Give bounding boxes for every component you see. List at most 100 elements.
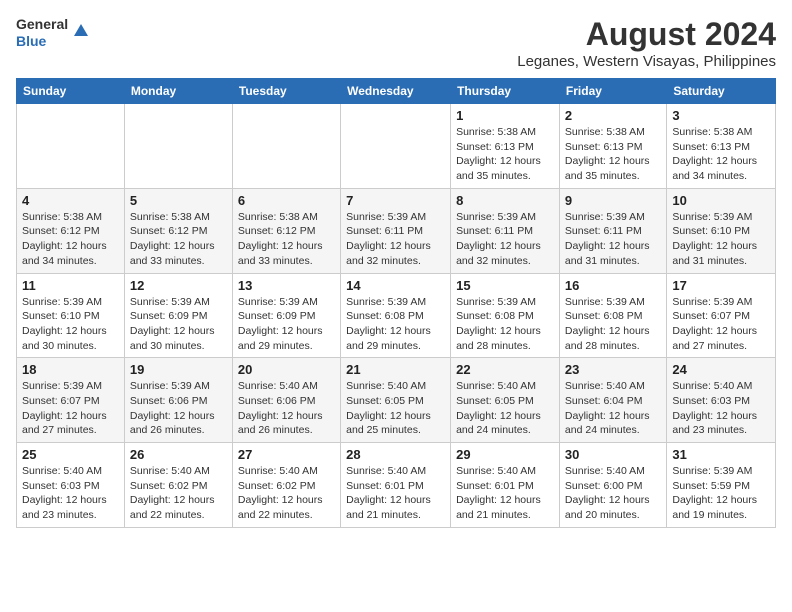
calendar-cell: 25 Sunrise: 5:40 AM Sunset: 6:03 PM Dayli… [17,443,125,528]
day-info: Sunrise: 5:40 AM Sunset: 6:02 PM Dayligh… [130,464,227,523]
calendar-cell: 13Sunrise: 5:39 AM Sunset: 6:09 PM Dayli… [232,273,340,358]
logo-text: General Blue [16,16,68,50]
logo-line1: General [16,16,68,33]
calendar-title: August 2024 [517,16,776,53]
day-number: 13 [238,278,335,293]
calendar-cell: 29Sunrise: 5:40 AM Sunset: 6:01 PM Dayli… [451,443,560,528]
day-info: Sunrise: 5:38 AM Sunset: 6:12 PM Dayligh… [130,210,227,269]
calendar-cell: 16 Sunrise: 5:39 AM Sunset: 6:08 PM Dayli… [559,273,666,358]
calendar-cell: 20Sunrise: 5:40 AM Sunset: 6:06 PM Dayli… [232,358,340,443]
day-number: 10 [672,193,770,208]
title-block: August 2024 Leganes, Western Visayas, Ph… [517,16,776,70]
calendar-week-row: 18 Sunrise: 5:39 AM Sunset: 6:07 PM Dayli… [17,358,776,443]
calendar-cell: 15 Sunrise: 5:39 AM Sunset: 6:08 PM Dayli… [451,273,560,358]
day-info: Sunrise: 5:38 AM Sunset: 6:13 PM Dayligh… [672,125,770,184]
day-number: 26 [130,447,227,462]
day-info: Sunrise: 5:40 AM Sunset: 6:05 PM Dayligh… [346,379,445,438]
day-info: Sunrise: 5:38 AM Sunset: 6:12 PM Dayligh… [238,210,335,269]
day-info: Sunrise: 5:40 AM Sunset: 6:05 PM Dayligh… [456,379,554,438]
page-header: General Blue August 2024 Leganes, Wester… [16,16,776,70]
day-number: 1 [456,108,554,123]
day-info: Sunrise: 5:40 AM Sunset: 6:04 PM Dayligh… [565,379,661,438]
calendar-week-row: 25 Sunrise: 5:40 AM Sunset: 6:03 PM Dayli… [17,443,776,528]
day-number: 11 [22,278,119,293]
day-info: Sunrise: 5:39 AM Sunset: 6:09 PM Dayligh… [130,295,227,354]
day-info: Sunrise: 5:40 AM Sunset: 6:01 PM Dayligh… [456,464,554,523]
calendar-cell: 23 Sunrise: 5:40 AM Sunset: 6:04 PM Dayli… [559,358,666,443]
calendar-cell: 30 Sunrise: 5:40 AM Sunset: 6:00 PM Dayli… [559,443,666,528]
weekday-header: Wednesday [341,79,451,104]
calendar-cell: 4 Sunrise: 5:38 AM Sunset: 6:12 PM Daylig… [17,188,125,273]
day-number: 30 [565,447,661,462]
calendar-cell: 7 Sunrise: 5:39 AM Sunset: 6:11 PM Daylig… [341,188,451,273]
calendar-week-row: 1 Sunrise: 5:38 AM Sunset: 6:13 PM Daylig… [17,104,776,189]
calendar-cell [124,104,232,189]
day-info: Sunrise: 5:40 AM Sunset: 6:03 PM Dayligh… [22,464,119,523]
day-info: Sunrise: 5:38 AM Sunset: 6:13 PM Dayligh… [565,125,661,184]
calendar-week-row: 4 Sunrise: 5:38 AM Sunset: 6:12 PM Daylig… [17,188,776,273]
weekday-header: Saturday [667,79,776,104]
day-info: Sunrise: 5:39 AM Sunset: 6:08 PM Dayligh… [456,295,554,354]
day-info: Sunrise: 5:40 AM Sunset: 6:02 PM Dayligh… [238,464,335,523]
day-number: 21 [346,362,445,377]
calendar-cell: 28 Sunrise: 5:40 AM Sunset: 6:01 PM Dayli… [341,443,451,528]
calendar-cell: 1 Sunrise: 5:38 AM Sunset: 6:13 PM Daylig… [451,104,560,189]
calendar-cell [232,104,340,189]
calendar-cell: 6Sunrise: 5:38 AM Sunset: 6:12 PM Daylig… [232,188,340,273]
day-number: 2 [565,108,661,123]
day-number: 18 [22,362,119,377]
day-number: 24 [672,362,770,377]
day-info: Sunrise: 5:40 AM Sunset: 6:06 PM Dayligh… [238,379,335,438]
calendar-cell [17,104,125,189]
day-number: 3 [672,108,770,123]
day-info: Sunrise: 5:40 AM Sunset: 6:03 PM Dayligh… [672,379,770,438]
day-number: 15 [456,278,554,293]
day-info: Sunrise: 5:39 AM Sunset: 6:08 PM Dayligh… [565,295,661,354]
calendar-cell: 24 Sunrise: 5:40 AM Sunset: 6:03 PM Dayli… [667,358,776,443]
day-info: Sunrise: 5:40 AM Sunset: 6:00 PM Dayligh… [565,464,661,523]
calendar-cell: 18 Sunrise: 5:39 AM Sunset: 6:07 PM Dayli… [17,358,125,443]
weekday-header: Friday [559,79,666,104]
calendar-cell: 8 Sunrise: 5:39 AM Sunset: 6:11 PM Daylig… [451,188,560,273]
day-info: Sunrise: 5:39 AM Sunset: 6:07 PM Dayligh… [672,295,770,354]
day-info: Sunrise: 5:39 AM Sunset: 6:11 PM Dayligh… [565,210,661,269]
calendar-subtitle: Leganes, Western Visayas, Philippines [517,53,776,70]
calendar-cell: 3 Sunrise: 5:38 AM Sunset: 6:13 PM Daylig… [667,104,776,189]
day-number: 9 [565,193,661,208]
calendar-cell: 14 Sunrise: 5:39 AM Sunset: 6:08 PM Dayli… [341,273,451,358]
day-info: Sunrise: 5:38 AM Sunset: 6:13 PM Dayligh… [456,125,554,184]
day-number: 12 [130,278,227,293]
day-info: Sunrise: 5:39 AM Sunset: 6:11 PM Dayligh… [346,210,445,269]
day-number: 8 [456,193,554,208]
logo-line2: Blue [16,33,68,50]
calendar-cell: 31 Sunrise: 5:39 AM Sunset: 5:59 PM Dayli… [667,443,776,528]
day-info: Sunrise: 5:39 AM Sunset: 6:06 PM Dayligh… [130,379,227,438]
day-number: 19 [130,362,227,377]
weekday-header-row: SundayMondayTuesdayWednesdayThursdayFrid… [17,79,776,104]
day-number: 16 [565,278,661,293]
weekday-header: Monday [124,79,232,104]
day-info: Sunrise: 5:39 AM Sunset: 6:10 PM Dayligh… [672,210,770,269]
calendar-table: SundayMondayTuesdayWednesdayThursdayFrid… [16,78,776,528]
day-info: Sunrise: 5:40 AM Sunset: 6:01 PM Dayligh… [346,464,445,523]
calendar-cell: 26 Sunrise: 5:40 AM Sunset: 6:02 PM Dayli… [124,443,232,528]
weekday-header: Tuesday [232,79,340,104]
calendar-cell [341,104,451,189]
calendar-cell: 11Sunrise: 5:39 AM Sunset: 6:10 PM Dayli… [17,273,125,358]
day-number: 5 [130,193,227,208]
day-info: Sunrise: 5:39 AM Sunset: 6:11 PM Dayligh… [456,210,554,269]
day-info: Sunrise: 5:39 AM Sunset: 5:59 PM Dayligh… [672,464,770,523]
day-number: 31 [672,447,770,462]
calendar-cell: 27Sunrise: 5:40 AM Sunset: 6:02 PM Dayli… [232,443,340,528]
day-number: 23 [565,362,661,377]
day-number: 7 [346,193,445,208]
day-info: Sunrise: 5:39 AM Sunset: 6:07 PM Dayligh… [22,379,119,438]
day-number: 28 [346,447,445,462]
day-number: 25 [22,447,119,462]
day-info: Sunrise: 5:38 AM Sunset: 6:12 PM Dayligh… [22,210,119,269]
calendar-cell: 9 Sunrise: 5:39 AM Sunset: 6:11 PM Daylig… [559,188,666,273]
calendar-cell: 22Sunrise: 5:40 AM Sunset: 6:05 PM Dayli… [451,358,560,443]
day-info: Sunrise: 5:39 AM Sunset: 6:08 PM Dayligh… [346,295,445,354]
day-number: 4 [22,193,119,208]
day-number: 14 [346,278,445,293]
